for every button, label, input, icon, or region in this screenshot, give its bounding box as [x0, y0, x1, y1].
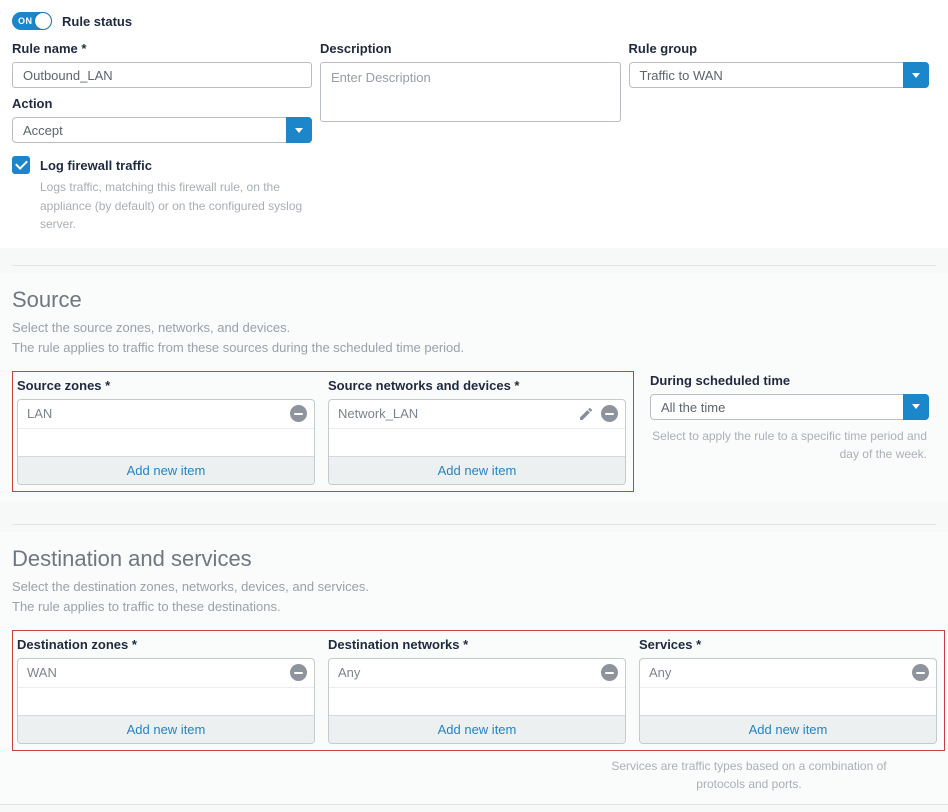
schedule-col: During scheduled time All the time Selec…	[650, 371, 929, 464]
rule-group-select-value: Traffic to WAN	[640, 68, 723, 83]
list-item: LAN	[18, 400, 314, 429]
item-value: Any	[649, 665, 912, 680]
action-select[interactable]: Accept	[12, 117, 312, 143]
section-divider	[0, 502, 948, 532]
add-new-item-link[interactable]: Add new item	[438, 463, 517, 478]
destination-zones-label: Destination zones *	[17, 637, 315, 652]
services-label: Services *	[639, 637, 937, 652]
form-grid: Rule name * Action Accept Log firewall t…	[12, 41, 929, 248]
source-zones-label: Source zones *	[17, 378, 315, 393]
list-item: Any	[329, 659, 625, 688]
action-select-value: Accept	[23, 123, 63, 138]
chevron-down-icon	[912, 73, 920, 78]
schedule-select-button[interactable]	[903, 394, 929, 420]
item-value: Network_LAN	[338, 406, 578, 421]
source-subtitle-2: The rule applies to traffic from these s…	[12, 338, 929, 358]
services-box: Any Add new item	[639, 658, 937, 744]
form-col-right: Rule group Traffic to WAN	[629, 41, 930, 248]
source-networks-footer: Add new item	[329, 456, 625, 484]
schedule-select-value: All the time	[661, 400, 725, 415]
log-traffic-help: Logs traffic, matching this firewall rul…	[40, 178, 312, 248]
rule-form-section: ON Rule status Rule name * Action Accept…	[0, 0, 948, 248]
add-new-item-link[interactable]: Add new item	[127, 463, 206, 478]
log-traffic-row: Log firewall traffic	[12, 156, 312, 174]
source-subtitle-1: Select the source zones, networks, and d…	[12, 318, 929, 338]
remove-item-icon[interactable]	[601, 664, 618, 681]
add-new-item-link[interactable]: Add new item	[438, 722, 517, 737]
add-new-item-link[interactable]: Add new item	[127, 722, 206, 737]
add-new-item-link[interactable]: Add new item	[749, 722, 828, 737]
source-zones-footer: Add new item	[18, 456, 314, 484]
destination-networks-footer: Add new item	[329, 715, 625, 743]
services-footer: Add new item	[640, 715, 936, 743]
rule-name-label: Rule name *	[12, 41, 312, 56]
rule-status-toggle[interactable]: ON	[12, 12, 52, 30]
chevron-down-icon	[295, 128, 303, 133]
destination-networks-label: Destination networks *	[328, 637, 626, 652]
list-empty-space	[329, 429, 625, 456]
destination-networks-box: Any Add new item	[328, 658, 626, 744]
services-help: Services are traffic types based on a co…	[599, 757, 899, 794]
action-select-button[interactable]	[286, 117, 312, 143]
destination-zones-footer: Add new item	[18, 715, 314, 743]
source-section: Source Select the source zones, networks…	[0, 273, 948, 502]
rule-status-row: ON Rule status	[12, 12, 929, 30]
source-networks-col: Source networks and devices * Network_LA…	[328, 376, 626, 485]
log-traffic-checkbox[interactable]	[12, 156, 30, 174]
destination-subtitle-2: The rule applies to traffic to these des…	[12, 597, 929, 617]
rule-group-label: Rule group	[629, 41, 930, 56]
destination-zones-box: WAN Add new item	[17, 658, 315, 744]
source-zones-box: LAN Add new item	[17, 399, 315, 485]
remove-item-icon[interactable]	[601, 405, 618, 422]
rule-group-select-button[interactable]	[903, 62, 929, 88]
destination-heading: Destination and services	[12, 546, 929, 572]
remove-item-icon[interactable]	[912, 664, 929, 681]
description-label: Description	[320, 41, 621, 56]
source-networks-label: Source networks and devices *	[328, 378, 626, 393]
schedule-label: During scheduled time	[650, 373, 929, 388]
form-col-mid: Description	[320, 41, 621, 248]
source-networks-box: Network_LAN Add new item	[328, 399, 626, 485]
toggle-on-label: ON	[18, 16, 33, 26]
firewall-rule-editor: { "colors": { "accent_blue": "#1b87ca", …	[0, 0, 948, 760]
source-content-row: Source zones * LAN Add new item Source n…	[12, 371, 929, 492]
source-zones-col: Source zones * LAN Add new item	[17, 376, 315, 485]
chevron-down-icon	[912, 404, 920, 409]
services-col: Services * Any Add new item	[639, 635, 937, 744]
edit-item-icon[interactable]	[578, 405, 595, 422]
schedule-select[interactable]: All the time	[650, 394, 929, 420]
remove-item-icon[interactable]	[290, 664, 307, 681]
action-label: Action	[12, 96, 312, 111]
item-value: WAN	[27, 665, 290, 680]
list-empty-space	[640, 688, 936, 715]
list-empty-space	[18, 429, 314, 456]
list-empty-space	[18, 688, 314, 715]
section-divider	[0, 248, 948, 273]
destination-zones-col: Destination zones * WAN Add new item	[17, 635, 315, 744]
destination-required-group: Destination zones * WAN Add new item Des…	[12, 630, 945, 751]
form-col-left: Rule name * Action Accept Log firewall t…	[12, 41, 312, 248]
bottom-divider	[0, 804, 948, 812]
source-required-group: Source zones * LAN Add new item Source n…	[12, 371, 634, 492]
destination-content-row: Destination zones * WAN Add new item Des…	[12, 630, 929, 751]
services-help-row: Services are traffic types based on a co…	[12, 751, 929, 794]
item-value: LAN	[27, 406, 290, 421]
rule-name-input[interactable]	[12, 62, 312, 88]
toggle-knob-icon	[35, 13, 51, 29]
list-item: WAN	[18, 659, 314, 688]
description-input[interactable]	[320, 62, 621, 122]
list-empty-space	[329, 688, 625, 715]
destination-networks-col: Destination networks * Any Add new item	[328, 635, 626, 744]
list-item: Any	[640, 659, 936, 688]
remove-item-icon[interactable]	[290, 405, 307, 422]
item-value: Any	[338, 665, 601, 680]
rule-group-select[interactable]: Traffic to WAN	[629, 62, 930, 88]
list-item: Network_LAN	[329, 400, 625, 429]
log-traffic-label: Log firewall traffic	[40, 158, 152, 173]
destination-section: Destination and services Select the dest…	[0, 532, 948, 804]
source-heading: Source	[12, 287, 929, 313]
destination-subtitle-1: Select the destination zones, networks, …	[12, 577, 929, 597]
rule-status-label: Rule status	[62, 14, 132, 29]
schedule-help: Select to apply the rule to a specific t…	[650, 427, 929, 464]
